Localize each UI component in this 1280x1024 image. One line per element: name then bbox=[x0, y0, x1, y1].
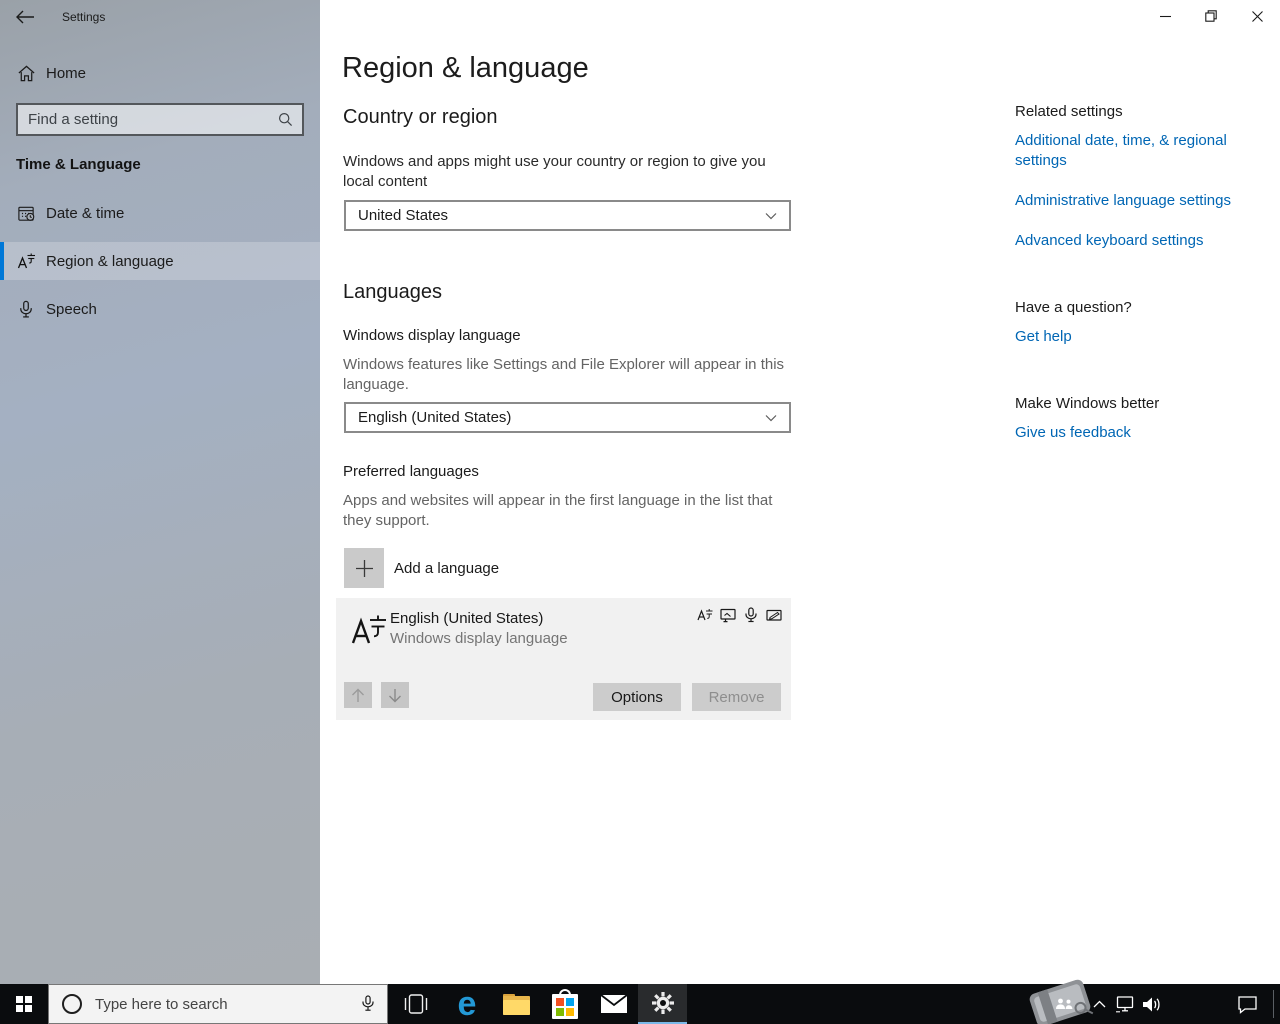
volume-tray-icon[interactable] bbox=[1138, 984, 1166, 1024]
move-up-button[interactable] bbox=[344, 682, 372, 708]
task-view-icon bbox=[404, 994, 428, 1014]
speech-icon bbox=[743, 607, 759, 623]
screen: Settings Home Time & Language Date & tim… bbox=[0, 0, 1280, 1024]
language-capability-icons bbox=[697, 607, 782, 623]
languages-section-title: Languages bbox=[343, 281, 442, 303]
chevron-down-icon bbox=[765, 414, 777, 422]
related-settings-title: Related settings bbox=[1015, 103, 1123, 120]
taskbar-search[interactable] bbox=[48, 984, 388, 1024]
mail-icon bbox=[600, 994, 628, 1013]
action-center-button[interactable] bbox=[1230, 984, 1264, 1024]
microphone-icon bbox=[16, 299, 36, 319]
link-additional-date-time-regional[interactable]: Additional date, time, & regional settin… bbox=[1015, 131, 1243, 171]
preferred-languages-label: Preferred languages bbox=[343, 463, 479, 480]
text-to-speech-icon bbox=[720, 607, 736, 623]
preferred-languages-description: Apps and websites will appear in the fir… bbox=[343, 492, 773, 529]
chevron-down-icon bbox=[765, 212, 777, 220]
plus-icon bbox=[355, 559, 373, 577]
move-down-button[interactable] bbox=[381, 682, 409, 708]
file-explorer-button[interactable] bbox=[494, 984, 538, 1024]
sidebar-item-speech[interactable]: Speech bbox=[0, 290, 320, 328]
sidebar-item-label: Speech bbox=[46, 300, 97, 318]
display-language-icon bbox=[697, 607, 713, 623]
display-language-value: English (United States) bbox=[358, 409, 512, 426]
country-dropdown-value: United States bbox=[358, 207, 449, 224]
add-language-button[interactable] bbox=[344, 548, 384, 588]
speaker-icon bbox=[1143, 997, 1160, 1011]
country-section-title: Country or region bbox=[343, 106, 498, 128]
sidebar-item-home[interactable]: Home bbox=[0, 54, 320, 92]
calendar-clock-icon bbox=[16, 203, 36, 223]
show-desktop-button[interactable] bbox=[1273, 990, 1274, 1018]
display-language-dropdown[interactable]: English (United States) bbox=[344, 402, 791, 433]
settings-sidebar: Settings Home Time & Language Date & tim… bbox=[0, 0, 320, 984]
cortana-icon bbox=[62, 994, 82, 1014]
region-language-icon bbox=[16, 251, 36, 271]
minimize-button[interactable] bbox=[1142, 0, 1188, 32]
give-us-feedback-link[interactable]: Give us feedback bbox=[1015, 423, 1243, 443]
close-icon bbox=[1251, 10, 1263, 22]
close-button[interactable] bbox=[1234, 0, 1280, 32]
hidden-icons-chevron[interactable] bbox=[1088, 984, 1110, 1024]
handwriting-icon bbox=[766, 607, 782, 623]
sidebar-item-date-time[interactable]: Date & time bbox=[0, 194, 320, 232]
restore-button[interactable] bbox=[1188, 0, 1234, 32]
home-icon bbox=[16, 63, 36, 83]
network-icon bbox=[1116, 996, 1134, 1013]
remove-button[interactable]: Remove bbox=[692, 683, 781, 711]
find-setting-searchbox[interactable] bbox=[16, 103, 304, 136]
country-dropdown[interactable]: United States bbox=[344, 200, 791, 231]
edge-icon: e bbox=[457, 985, 477, 1023]
make-windows-better-title: Make Windows better bbox=[1015, 395, 1160, 412]
store-button[interactable] bbox=[543, 984, 587, 1024]
taskbar: e bbox=[0, 979, 1280, 1024]
language-list-item[interactable]: English (United States) Windows display … bbox=[336, 598, 791, 720]
sidebar-item-label: Home bbox=[46, 64, 87, 82]
sidebar-group-title: Time & Language bbox=[16, 156, 141, 173]
settings-content: Region & language Country or region Wind… bbox=[320, 0, 1280, 984]
country-description: Windows and apps might use your country … bbox=[343, 153, 766, 190]
windows-logo-icon bbox=[16, 996, 32, 1012]
language-subtitle: Windows display language bbox=[390, 630, 568, 647]
search-mic-icon[interactable] bbox=[361, 995, 375, 1013]
back-button[interactable] bbox=[8, 4, 42, 30]
link-administrative-language[interactable]: Administrative language settings bbox=[1015, 191, 1243, 211]
settings-button[interactable] bbox=[638, 984, 687, 1024]
link-advanced-keyboard[interactable]: Advanced keyboard settings bbox=[1015, 231, 1243, 251]
action-center-icon bbox=[1237, 995, 1257, 1014]
restore-icon bbox=[1205, 10, 1217, 22]
arrow-down-icon bbox=[389, 688, 401, 702]
file-explorer-icon bbox=[502, 993, 530, 1015]
network-tray-icon[interactable] bbox=[1112, 984, 1138, 1024]
display-language-label: Windows display language bbox=[343, 327, 521, 344]
sidebar-item-region-language[interactable]: Region & language bbox=[0, 242, 320, 280]
search-icon bbox=[278, 112, 293, 127]
add-language-label: Add a language bbox=[394, 560, 500, 577]
have-a-question-title: Have a question? bbox=[1015, 299, 1132, 316]
gear-icon bbox=[651, 992, 674, 1014]
sidebar-item-label: Date & time bbox=[46, 204, 125, 222]
chevron-up-icon bbox=[1093, 1000, 1105, 1008]
sidebar-item-label: Region & language bbox=[46, 252, 174, 270]
language-name: English (United States) bbox=[390, 610, 544, 627]
get-help-link[interactable]: Get help bbox=[1015, 327, 1243, 347]
page-title: Region & language bbox=[342, 52, 589, 84]
edge-button[interactable]: e bbox=[445, 984, 489, 1024]
mail-button[interactable] bbox=[592, 984, 636, 1024]
window-title: Settings bbox=[62, 10, 106, 24]
back-arrow-icon bbox=[16, 10, 34, 24]
arrow-up-icon bbox=[352, 688, 364, 702]
task-view-button[interactable] bbox=[396, 984, 436, 1024]
start-button[interactable] bbox=[0, 984, 48, 1024]
people-tray-icon[interactable] bbox=[1050, 984, 1078, 1024]
display-language-description: Windows features like Settings and File … bbox=[343, 356, 785, 393]
find-setting-input[interactable] bbox=[18, 111, 278, 128]
store-icon bbox=[552, 989, 578, 1019]
language-glyph-icon bbox=[350, 610, 388, 648]
minimize-icon bbox=[1159, 15, 1171, 17]
taskbar-search-input[interactable] bbox=[82, 995, 361, 1013]
options-button[interactable]: Options bbox=[593, 683, 681, 711]
